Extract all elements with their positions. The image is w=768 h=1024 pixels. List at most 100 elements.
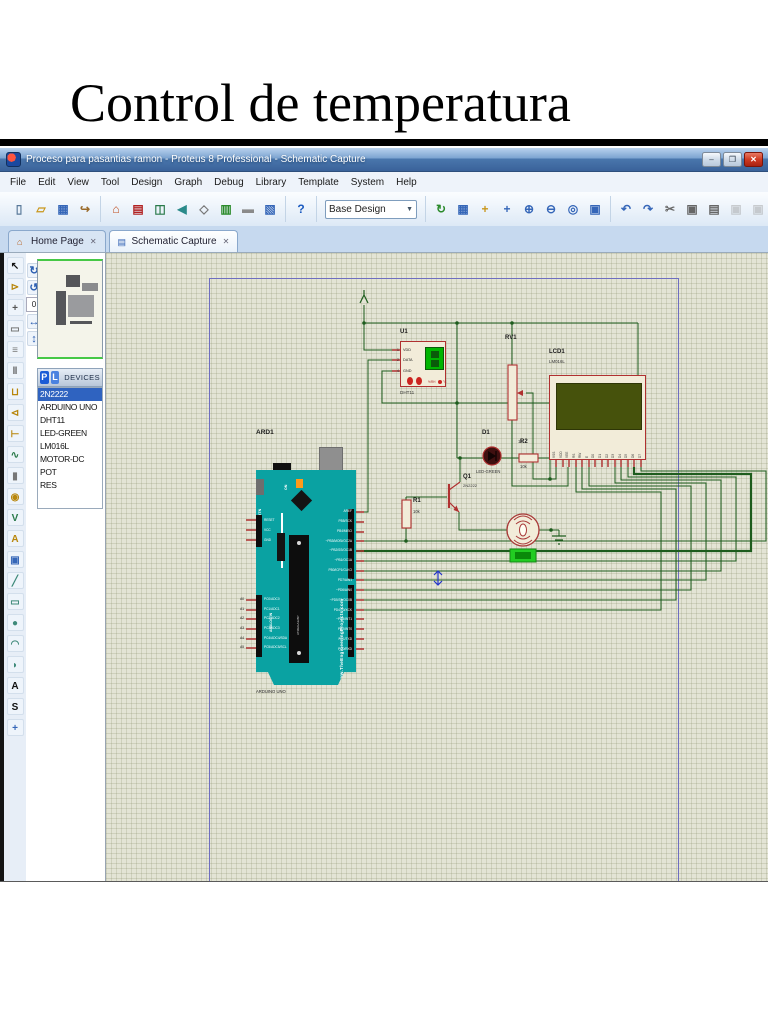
tab-home-page[interactable]: ⌂ Home Page ✕ <box>8 230 106 252</box>
home-page-button[interactable]: ⌂ <box>106 199 126 219</box>
schematic-capture-button[interactable]: ▤ <box>128 199 148 219</box>
2d-arc-mode-button[interactable]: ◠ <box>6 635 24 652</box>
current-probe-mode-button[interactable]: A <box>6 530 24 547</box>
graph-mode-button[interactable]: ∿ <box>6 446 24 463</box>
component-u1-dht11[interactable]: 1 VDD 2 DATA 4 GND %RH °C <box>397 341 447 387</box>
design-explorer-button[interactable]: ▧ <box>260 199 280 219</box>
ard1-board-label: ARDUINO UNO <box>256 689 286 694</box>
new-project-button[interactable]: ▯ <box>9 199 29 219</box>
pcb-layout-button[interactable]: ◫ <box>150 199 170 219</box>
close-button[interactable]: ✕ <box>744 152 763 167</box>
open-project-button[interactable]: ▱ <box>31 199 51 219</box>
menu-item[interactable]: Graph <box>168 175 208 190</box>
pin-label: A2 <box>240 616 244 621</box>
menu-item[interactable]: Library <box>250 175 293 190</box>
mode-icon: + <box>12 723 18 734</box>
2d-symbol-mode-button[interactable]: S <box>6 698 24 715</box>
menu-item[interactable]: Template <box>292 175 345 190</box>
menu-item[interactable]: Edit <box>32 175 61 190</box>
minimize-button[interactable]: – <box>702 152 721 167</box>
device-list-item[interactable]: ARDUINO UNO <box>38 401 102 414</box>
device-list-item[interactable]: DHT11 <box>38 414 102 427</box>
overview-minimap[interactable] <box>37 259 103 359</box>
redo-button[interactable]: ↷ <box>638 199 658 219</box>
2d-box-mode-button[interactable]: ▭ <box>6 593 24 610</box>
close-tab-icon[interactable]: ✕ <box>223 237 230 246</box>
zoom-in-button[interactable]: ⊕ <box>519 199 539 219</box>
back-button[interactable]: ◀ <box>172 199 192 219</box>
pan-button[interactable]: + <box>497 199 517 219</box>
subcircuit-mode-button[interactable]: ⊔ <box>6 383 24 400</box>
mode-icon: ▭ <box>10 324 20 335</box>
2d-line-mode-button[interactable]: ╱ <box>6 572 24 589</box>
import-project-button[interactable]: ↪ <box>75 199 95 219</box>
component-mode-button[interactable]: ⊳ <box>6 278 24 295</box>
device-list-item[interactable]: LM016L <box>38 440 102 453</box>
device-list-item[interactable]: LED-GREEN <box>38 427 102 440</box>
undo-button[interactable]: ↶ <box>616 199 636 219</box>
design-selector[interactable]: Base Design ▼ <box>325 199 417 219</box>
virtual-instruments-mode-button[interactable]: ▣ <box>6 551 24 568</box>
wire-label-mode-button[interactable]: ▭ <box>6 320 24 337</box>
schematic-canvas[interactable]: 1 VDD 2 DATA 4 GND %RH °C U1 DHT11 RV1 1… <box>105 253 768 881</box>
close-tab-icon[interactable]: ✕ <box>90 237 97 246</box>
origin-button[interactable]: + <box>475 199 495 219</box>
junction-dot-mode-button[interactable]: + <box>6 299 24 316</box>
selection-mode-button[interactable]: ↖ <box>6 257 24 274</box>
text-script-mode-button[interactable]: ≡ <box>6 341 24 358</box>
device-list-item[interactable]: POT <box>38 466 102 479</box>
pin-label: A4 <box>240 635 244 640</box>
block-copy-button[interactable]: ▣ <box>726 199 746 219</box>
menu-item[interactable]: Design <box>125 175 168 190</box>
window-titlebar[interactable]: Proceso para pasantias ramon - Proteus 8… <box>0 148 768 172</box>
toolbar-icon: ▦ <box>57 202 69 216</box>
q1-ref: Q1 <box>463 474 472 480</box>
device-pins-mode-button[interactable]: ⊢ <box>6 425 24 442</box>
redraw-button[interactable]: ↻ <box>431 199 451 219</box>
bom-button[interactable]: ▥ <box>216 199 236 219</box>
generator-mode-button[interactable]: ◉ <box>6 488 24 505</box>
buses-mode-button[interactable]: ‖ <box>6 362 24 379</box>
device-list-item[interactable]: MOTOR-DC <box>38 453 102 466</box>
terminals-mode-button[interactable]: ⊲ <box>6 404 24 421</box>
gerber-viewer-button[interactable]: ▬ <box>238 199 258 219</box>
paste-button[interactable]: ▤ <box>704 199 724 219</box>
zoom-out-button[interactable]: ⊖ <box>541 199 561 219</box>
u1-ref: U1 <box>400 329 408 335</box>
voltage-probe-mode-button[interactable]: V <box>6 509 24 526</box>
device-list-item[interactable]: RES <box>38 479 102 492</box>
menu-item[interactable]: File <box>4 175 32 190</box>
mode-icon: ◠ <box>10 639 20 650</box>
help-button[interactable]: ? <box>291 199 311 219</box>
pick-devices-button[interactable]: P <box>40 371 49 384</box>
block-move-button[interactable]: ▣ <box>748 199 768 219</box>
3d-viewer-button[interactable]: ◇ <box>194 199 214 219</box>
GND: 4 GND <box>393 369 433 379</box>
tab-bar: ⌂ Home Page ✕ ▤ Schematic Capture ✕ <box>0 226 768 253</box>
pin-label: A5 <box>240 645 244 650</box>
2d-path-mode-button[interactable]: ◗ <box>6 656 24 673</box>
restore-button[interactable]: ❐ <box>723 152 742 167</box>
library-button[interactable]: L <box>50 371 60 384</box>
tab-schematic-capture[interactable]: ▤ Schematic Capture ✕ <box>108 230 239 252</box>
zoom-all-button[interactable]: ◎ <box>563 199 583 219</box>
tape-recorder-mode-button[interactable]: ▮ <box>6 467 24 484</box>
2d-circle-mode-button[interactable]: ● <box>6 614 24 631</box>
pin-label: PB4/MISO <box>336 528 352 533</box>
menu-item[interactable]: Tool <box>95 175 125 190</box>
menu-item[interactable]: System <box>345 175 390 190</box>
zoom-area-button[interactable]: ▣ <box>585 199 605 219</box>
menu-item[interactable]: View <box>61 175 95 190</box>
menu-item[interactable]: Debug <box>208 175 249 190</box>
2d-text-mode-button[interactable]: A <box>6 677 24 694</box>
save-project-button[interactable]: ▦ <box>53 199 73 219</box>
cut-button[interactable]: ✂ <box>660 199 680 219</box>
grid-toggle-button[interactable]: ▦ <box>453 199 473 219</box>
2d-marker-mode-button[interactable]: + <box>6 719 24 736</box>
toolbar-icon: ▣ <box>686 202 698 216</box>
mode-toolbar: ↖ ⊳ + ▭ ≡ ‖ ⊔ ⊲ ⊢ ∿ ▮ ◉ V A ▣ ╱ ▭ ● ◠ ◗ A S + <box>4 253 27 881</box>
component-lcd1-lm016l[interactable]: VSS VDD VEE RS RW E D0 D1 D2 D3 D4 D5 D6 D7 <box>549 375 646 460</box>
copy-button[interactable]: ▣ <box>682 199 702 219</box>
menu-item[interactable]: Help <box>390 175 423 190</box>
device-list-item[interactable]: 2N2222 <box>38 388 102 401</box>
